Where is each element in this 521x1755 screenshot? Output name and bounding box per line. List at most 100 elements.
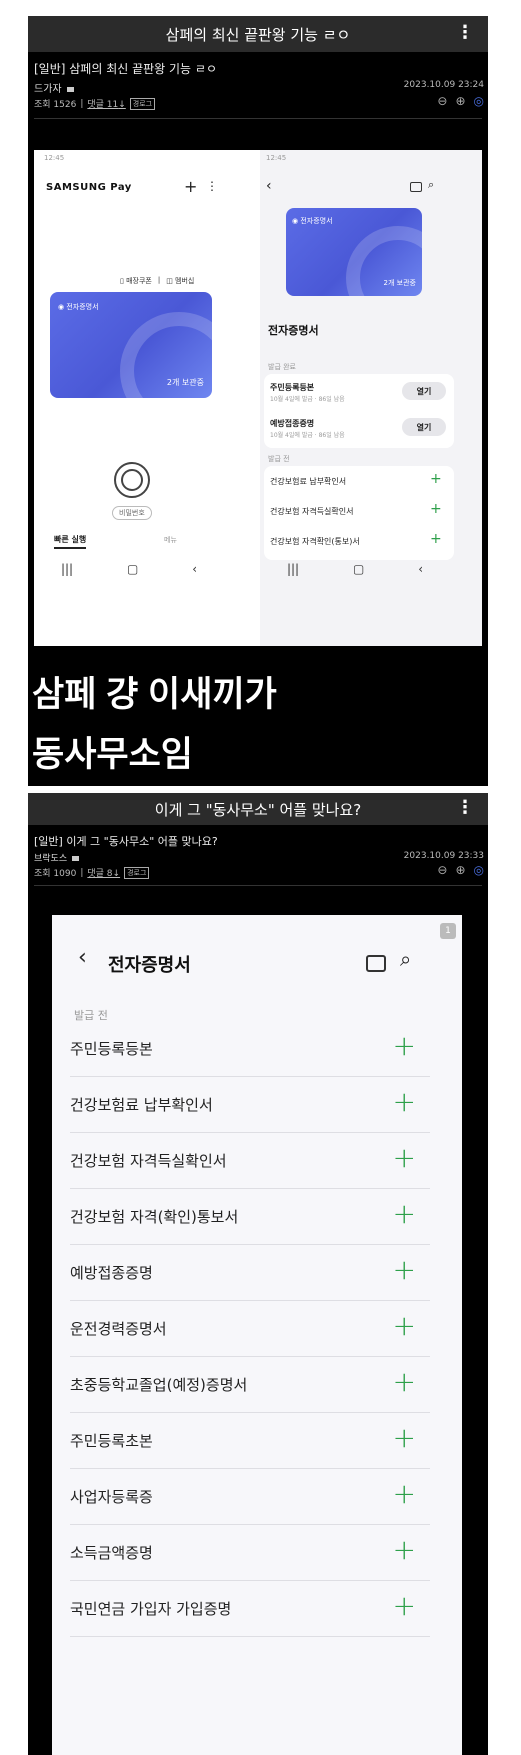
profile-icon[interactable]: ◎ (474, 863, 484, 877)
author-name[interactable]: 브락도스 (34, 854, 67, 864)
back-icon[interactable]: ‹ (78, 945, 87, 970)
add-icon[interactable]: + (393, 1312, 416, 1340)
caption-line-1: 삼페 걍 이새끼가 (32, 675, 277, 714)
certificate-label: 초중등학교졸업(예정)증명서 (70, 1375, 248, 1394)
certificate-row[interactable]: 건강보험 자격득실확인서 + (70, 1132, 430, 1189)
author-badge-icon (72, 856, 79, 861)
more-options-icon[interactable]: ⋮ (206, 179, 218, 193)
certificate-row[interactable]: 사업자등록증 + (70, 1468, 430, 1525)
e-certificate-card[interactable]: ◉ 전자증명서 2개 보관중 (286, 208, 422, 296)
home-icon[interactable]: ▢ (353, 562, 364, 576)
add-icon[interactable]: + (393, 1256, 416, 1284)
certificate-row[interactable]: 소득금액증명 + (70, 1524, 430, 1581)
app-brand: SAMSUNG Pay (46, 182, 132, 193)
recents-icon[interactable]: ||| (61, 562, 73, 576)
add-icon[interactable]: + (393, 1480, 416, 1508)
add-icon[interactable]: + (430, 532, 442, 546)
certificate-row[interactable]: 국민연금 가입자 가입증명 + (70, 1580, 430, 1637)
add-icon[interactable]: + (393, 1032, 416, 1060)
add-icon[interactable]: + (393, 1424, 416, 1452)
issued-label: 발급 완료 (268, 363, 296, 371)
post-header-bar: 삼페의 최신 끝판왕 기능 ㄹㅇ ⋮ (28, 16, 488, 52)
add-icon[interactable]: + (393, 1592, 416, 1620)
e-certificate-screen: 12:45 ‹ ⌕ ◉ 전자증명서 2개 보관중 전자증명서 발급 완료 주민등… (260, 150, 482, 646)
search-icon[interactable]: ⌕ (400, 947, 411, 971)
fingerprint-icon[interactable] (114, 462, 150, 498)
zoom-out-icon[interactable]: ⊖ (437, 863, 447, 877)
more-options-icon[interactable]: ⋮ (456, 22, 474, 43)
certificate-label: 주민등록등본 (70, 1039, 153, 1058)
add-icon[interactable]: + (430, 502, 442, 516)
post-2: 이게 그 "동사무소" 어플 맞나요? ⋮ [일반] 이게 그 "동사무소" 어… (28, 793, 488, 1755)
card-count: 2개 보관중 (383, 279, 416, 287)
header-title: 삼페의 최신 끝판왕 기능 ㄹㅇ (165, 25, 351, 44)
certificate-label: 예방접종증명 (70, 1263, 153, 1282)
e-certificate-card[interactable]: ◉ 전자증명서 2개 보관중 (50, 292, 212, 398)
log-tag[interactable]: 경로그 (129, 97, 156, 110)
add-icon[interactable]: + (393, 1536, 416, 1564)
android-nav-bar: ||| ▢ ‹ (34, 562, 224, 576)
pending-list: 건강보험료 납부확인서 + 건강보험 자격득실확인서 + 건강보험 자격확인(통… (264, 466, 454, 560)
issued-item-name: 주민등록등본 (270, 383, 315, 392)
comment-count[interactable]: 댓글 11↓ (87, 97, 125, 110)
status-clock: 12:45 (266, 154, 287, 162)
tab-quick-launch[interactable]: 빠른 실행 (54, 534, 87, 549)
zoom-out-icon[interactable]: ⊖ (437, 94, 447, 108)
add-icon[interactable]: + (393, 1368, 416, 1396)
search-icon[interactable]: ⌕ (428, 178, 434, 192)
post-timestamp: 2023.10.09 23:24 (403, 80, 484, 90)
add-icon[interactable]: + (393, 1200, 416, 1228)
pending-item[interactable]: 건강보험 자격확인(통보)서 (270, 536, 360, 547)
zoom-in-icon[interactable]: ⊕ (455, 94, 465, 108)
certificate-row[interactable]: 건강보험 자격(확인)통보서 + (70, 1188, 430, 1245)
issued-item-sub: 10월 4일에 발급 · 86일 남음 (270, 432, 345, 439)
more-options-icon[interactable]: ⋮ (456, 797, 474, 818)
back-icon[interactable]: ‹ (418, 562, 423, 576)
home-icon[interactable]: ▢ (127, 562, 138, 576)
author-name[interactable]: 드가자 (34, 84, 62, 95)
open-button[interactable]: 열기 (402, 418, 446, 436)
tab-menu[interactable]: 메뉴 (164, 535, 177, 545)
post-timestamp: 2023.10.09 23:33 (403, 851, 484, 861)
embedded-screenshot: 12:45 SAMSUNG Pay + ⋮ ▯ 매장쿠폰 | ◫ 멤버십 ◉ 전… (34, 150, 482, 646)
post-author: 브락도스 (34, 851, 79, 864)
download-folder-icon[interactable] (366, 955, 386, 972)
add-icon[interactable]: + (393, 1088, 416, 1116)
comment-count[interactable]: 댓글 8↓ (87, 866, 120, 879)
samsung-pay-home-screen: 12:45 SAMSUNG Pay + ⋮ ▯ 매장쿠폰 | ◫ 멤버십 ◉ 전… (34, 150, 260, 646)
certificate-row[interactable]: 초중등학교졸업(예정)증명서 + (70, 1356, 430, 1413)
certificate-row[interactable]: 주민등록등본 + (70, 1020, 430, 1077)
coupon-shortcut[interactable]: ▯ 매장쿠폰 (120, 276, 152, 286)
certificate-row[interactable]: 주민등록초본 + (70, 1412, 430, 1469)
card-count: 2개 보관중 (166, 378, 204, 387)
certificate-label: 건강보험료 납부확인서 (70, 1095, 213, 1114)
card-label: ◉ 전자증명서 (58, 303, 99, 311)
download-folder-icon[interactable] (410, 182, 422, 192)
certificate-label: 주민등록초본 (70, 1431, 153, 1450)
pending-item[interactable]: 건강보험료 납부확인서 (270, 476, 346, 487)
certificate-row[interactable]: 운전경력증명서 + (70, 1300, 430, 1357)
pin-button[interactable]: 비밀번호 (112, 506, 152, 520)
log-tag[interactable]: 경로그 (124, 866, 150, 879)
open-button[interactable]: 열기 (402, 382, 446, 400)
pending-item[interactable]: 건강보험 자격득실확인서 (270, 506, 354, 517)
add-icon[interactable]: + (393, 1144, 416, 1172)
add-icon[interactable]: + (184, 177, 197, 196)
add-icon[interactable]: + (430, 472, 442, 486)
certificate-row[interactable]: 예방접종증명 + (70, 1244, 430, 1301)
post-tools: ⊖ ⊕ ◎ (437, 94, 484, 108)
membership-shortcut[interactable]: ◫ 멤버십 (166, 276, 194, 286)
post-title: [일반] 삼페의 최신 끝판왕 기능 ㄹㅇ (34, 62, 217, 76)
issued-item-name: 예방접종증명 (270, 419, 315, 428)
back-icon[interactable]: ‹ (192, 562, 197, 576)
zoom-in-icon[interactable]: ⊕ (455, 863, 465, 877)
back-icon[interactable]: ‹ (266, 178, 272, 194)
certificate-row[interactable]: 건강보험료 납부확인서 + (70, 1076, 430, 1133)
profile-icon[interactable]: ◎ (474, 94, 484, 108)
certificate-label: 국민연금 가입자 가입증명 (70, 1599, 232, 1618)
issued-item-sub: 10월 4일에 발급 · 86일 남음 (270, 396, 345, 403)
shortcut-row: ▯ 매장쿠폰 | ◫ 멤버십 (120, 276, 195, 286)
recents-icon[interactable]: ||| (287, 562, 299, 576)
divider (34, 885, 482, 886)
certificate-label: 건강보험 자격득실확인서 (70, 1151, 227, 1170)
